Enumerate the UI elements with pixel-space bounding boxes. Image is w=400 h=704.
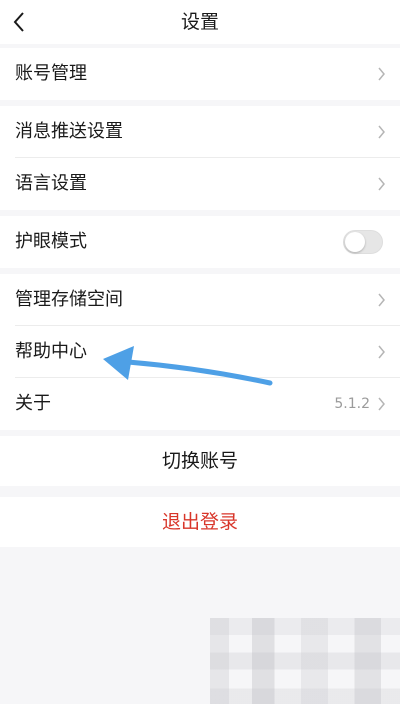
annotation-arrow: [103, 346, 273, 386]
watermark-mosaic: [210, 618, 400, 704]
